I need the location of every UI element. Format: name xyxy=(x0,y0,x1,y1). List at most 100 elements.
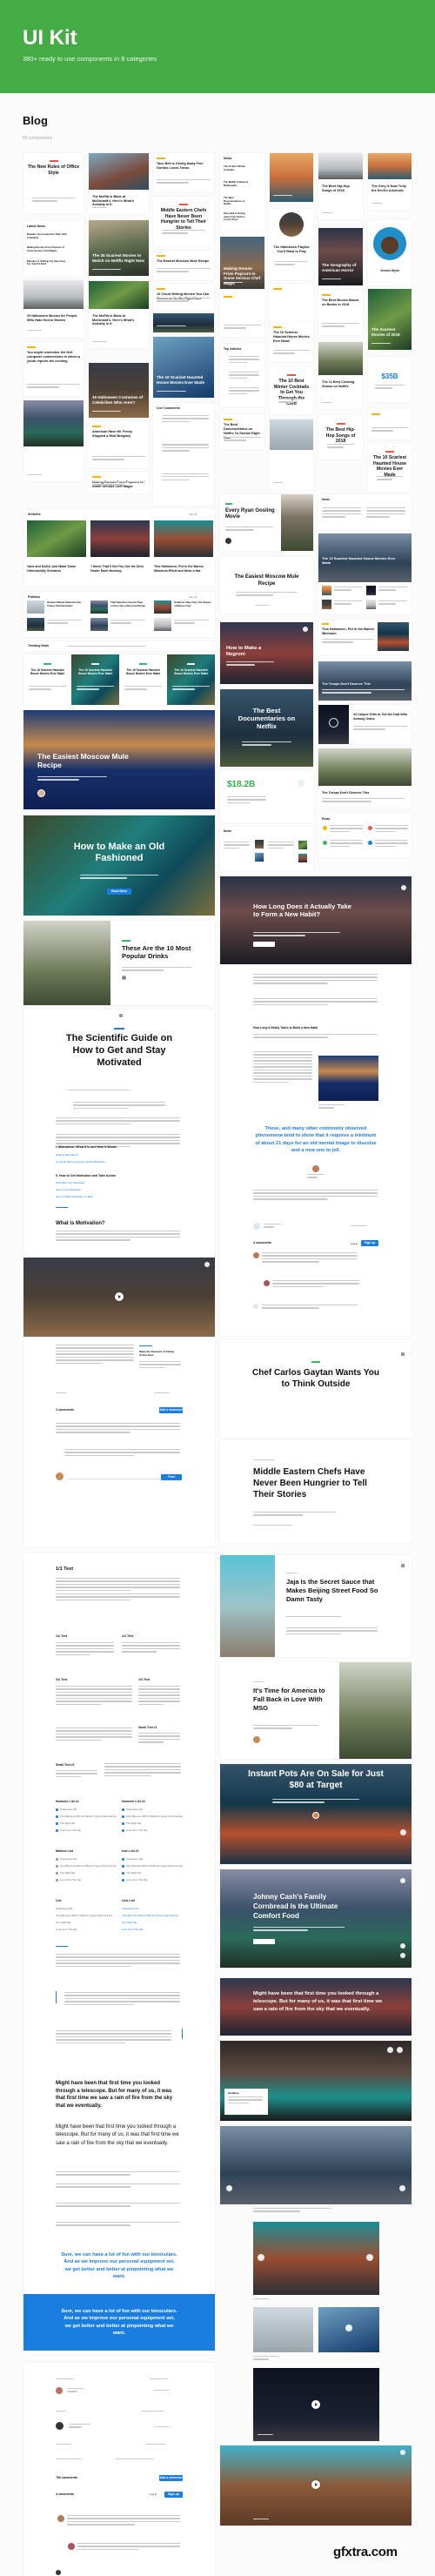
halloween-card[interactable]: This Halloween, Put in the Barest Minimu… xyxy=(318,620,412,654)
chef-card[interactable]: Chef Carlos Gaytan Wants You to Think Ou… xyxy=(220,1340,412,1438)
prev-icon[interactable] xyxy=(387,2047,393,2053)
news-card[interactable]: News xyxy=(220,827,313,870)
article-card[interactable]: Live Comments xyxy=(153,403,214,506)
bookmark-icon[interactable] xyxy=(119,1014,123,1017)
article-title[interactable]: Vans and NASA Just Made Some Otherworldl… xyxy=(27,565,86,573)
next-icon[interactable] xyxy=(366,2254,373,2261)
post-button[interactable]: Post xyxy=(161,1474,182,1480)
see-all-link[interactable]: See all xyxy=(189,513,211,516)
article-card[interactable]: News The 13 Best Winter Cocktails The McRi… xyxy=(220,153,264,231)
list-item[interactable]: Making Donuts From Popcorn Is Some Serio… xyxy=(27,245,68,252)
article-card[interactable]: The Easiest Moscow Mule Recipe xyxy=(153,251,214,280)
jaja-card[interactable]: Jaja Is the Secret Sauce that Makes Beij… xyxy=(220,1555,412,1657)
next-icon[interactable] xyxy=(399,2185,405,2191)
article-card[interactable]: The Best Documentaries on Netflix To Str… xyxy=(220,414,264,449)
toc-item[interactable]: Common Misconceptions About Motivation xyxy=(56,1160,177,1164)
middle-eastern-card[interactable]: Middle Eastern Chefs Have Never Been Hun… xyxy=(220,1440,412,1542)
bookmark-icon[interactable] xyxy=(401,885,406,890)
article-card[interactable]: The Geography of American Horror xyxy=(318,228,363,285)
article-card[interactable]: Making Donuts From Popcorn Is Some Serio… xyxy=(220,237,264,289)
prev-icon[interactable] xyxy=(226,2185,232,2191)
prev-icon[interactable] xyxy=(258,2254,264,2261)
article-card[interactable]: The Halloween Playlist You'll Want to Pl… xyxy=(270,209,313,280)
article-card[interactable]: The New Rules of Office Style xyxy=(23,153,84,213)
msg-card[interactable]: It's Time for America to Fall Back in Lo… xyxy=(220,1662,412,1759)
scariest-card[interactable]: The 16 Scariest Haunted House Movies Eve… xyxy=(71,654,119,705)
list-item[interactable]: Vinyl Banners With Its Different Types K… xyxy=(122,1914,178,1917)
trending-bar[interactable]: Trending News xyxy=(23,641,215,651)
list-item[interactable]: The 13 Best Winter Cocktails xyxy=(224,164,249,171)
bookmark-icon[interactable] xyxy=(400,2450,405,2455)
list-item[interactable]: Readers Just Launched Their Own Craft Be… xyxy=(27,232,68,239)
rocks-card[interactable] xyxy=(220,2126,412,2206)
scariest-card[interactable]: The 16 Scariest Haunted House Movies Eve… xyxy=(23,654,71,705)
politics-item[interactable]: That Selection Sound Thee Looks Like a M… xyxy=(110,600,150,608)
documentaries-card[interactable]: The Best Documentaries on Netflix xyxy=(220,689,313,767)
comment-input[interactable] xyxy=(69,1474,166,1479)
typography-article[interactable]: 1/1 Text 1/2 Text 1/2 Text 2/3 Text 1/3 Text… xyxy=(23,1553,215,2354)
toc-item[interactable]: How to Get Motivated xyxy=(56,1188,177,1191)
article-card[interactable]: Top Articles xyxy=(220,344,264,406)
old-fashioned-hero[interactable]: How to Make an Old Fashioned Read More xyxy=(23,815,215,916)
news-card[interactable]: News xyxy=(318,494,412,529)
signup-button[interactable]: Sign up xyxy=(361,1240,378,1246)
article-card[interactable]: Jerome Wynn xyxy=(368,220,412,285)
article-card[interactable]: The 10 Scariest Haunted House Movies Eve… xyxy=(368,444,412,492)
read-more-button[interactable]: Read More xyxy=(107,889,131,895)
play-icon[interactable] xyxy=(345,2324,352,2331)
play-icon[interactable] xyxy=(311,2480,320,2489)
list-item[interactable]: The Night Sky xyxy=(122,1921,178,1924)
article-card[interactable]: 15 Halloween Costumes of Celebrities Who… xyxy=(89,363,149,418)
night-video-card[interactable] xyxy=(253,2368,379,2441)
article-card[interactable]: American Have Mr. Feeny Stopped a Real B… xyxy=(89,421,149,468)
ryan-card[interactable]: Every Ryan Gosling Movie xyxy=(220,494,313,551)
articles-card[interactable]: Articles See all Vans and NASA Just Made S… xyxy=(23,509,215,586)
list-item[interactable]: The Best Documentaries on Netflix xyxy=(224,196,249,206)
article-card[interactable]: Latest News Readers Just Launched Their O… xyxy=(23,221,84,277)
article-card[interactable]: The Best Movies Based on Books in 2018 xyxy=(318,290,363,335)
article-card[interactable] xyxy=(270,419,313,489)
see-all-link[interactable]: See all xyxy=(189,595,211,599)
article-card[interactable]: The Scariest Movies of 2018 xyxy=(368,289,412,350)
johnny-cash-card[interactable]: Johnny Cash's Family Cornbread Is the Ul… xyxy=(220,1869,412,1968)
motivation-article[interactable]: The Scientific Guide on How to Get and S… xyxy=(23,1010,215,1546)
telescope-quote-card[interactable]: Might have been that first time you look… xyxy=(220,1978,412,2036)
article-card[interactable]: The McRib Is Back at McDonald's. Here's … xyxy=(89,281,149,348)
skyscraper-video-card[interactable] xyxy=(220,2445,412,2526)
article-card[interactable]: The 10 Scariest Haunted House Movies Eve… xyxy=(270,322,313,362)
article-card[interactable]: The McRib Is Back at McDonald's. Here's … xyxy=(89,153,149,214)
next-icon[interactable] xyxy=(397,2047,403,2053)
troops-card[interactable]: The Troops Don't Deserve This xyxy=(318,661,412,701)
share-button[interactable] xyxy=(253,1939,275,1944)
politics-item[interactable]: Students Take Over the Streets of Mexico… xyxy=(174,600,213,608)
login-link[interactable]: Log in xyxy=(150,2492,162,2496)
article-card[interactable]: Making Donuts From Popcorn Is Some Serio… xyxy=(89,472,149,493)
instant-pots-card[interactable]: Instant Pots Are On Sale for Just $80 at… xyxy=(220,1764,412,1864)
road-card[interactable]: The Troops Don't Deserve This xyxy=(318,748,412,808)
article-card[interactable]: Middle Eastern Chefs Have Never Been Hun… xyxy=(153,197,214,245)
article-card[interactable]: The Best Hip-Hop Songs of 2018 xyxy=(318,416,363,460)
play-icon[interactable] xyxy=(115,1292,124,1301)
play-icon[interactable] xyxy=(311,2400,320,2409)
headline-image-card[interactable]: Headline xyxy=(220,2041,412,2121)
article-card[interactable]: 10 Cloud Writing Movies You Can Stream o… xyxy=(153,284,214,310)
signup-button[interactable]: Sign up xyxy=(164,2492,183,2498)
article-card[interactable]: The 11 Best Cooking Shows on Netflix xyxy=(318,342,363,409)
article-card[interactable]: The 25 Scariest Movies to Watch on Netfl… xyxy=(89,220,149,276)
comment-icon[interactable] xyxy=(400,1829,406,1835)
article-card[interactable]: 20 Halloween Movies for People Who Hate … xyxy=(23,280,84,337)
article-card[interactable]: The Best Hip-Hop Songs of 2018 xyxy=(318,153,363,219)
article-card[interactable]: You might remember the Dell computer com… xyxy=(23,342,84,396)
add-comment-button[interactable]: Add a comment xyxy=(159,1407,183,1413)
habit-article[interactable]: How Long Does it Actually Take to Form a… xyxy=(220,876,412,1336)
bookmark-icon[interactable] xyxy=(401,1352,405,1356)
article-card[interactable] xyxy=(270,153,313,202)
list-item[interactable]: Telescopes 101 xyxy=(122,1907,178,1910)
negroni-card[interactable]: How to Make a Negroni xyxy=(220,622,313,684)
posts-card[interactable]: Posts xyxy=(318,814,412,857)
toc-item[interactable]: Schedule Your Motivation xyxy=(56,1181,177,1184)
gifts-card[interactable]: 41 Unique Gifts to Get the Dad Who Alrea… xyxy=(318,705,412,744)
article-card[interactable] xyxy=(368,409,412,439)
toc-item[interactable]: What is Motivation? xyxy=(56,1153,177,1157)
article-card[interactable] xyxy=(220,292,264,337)
